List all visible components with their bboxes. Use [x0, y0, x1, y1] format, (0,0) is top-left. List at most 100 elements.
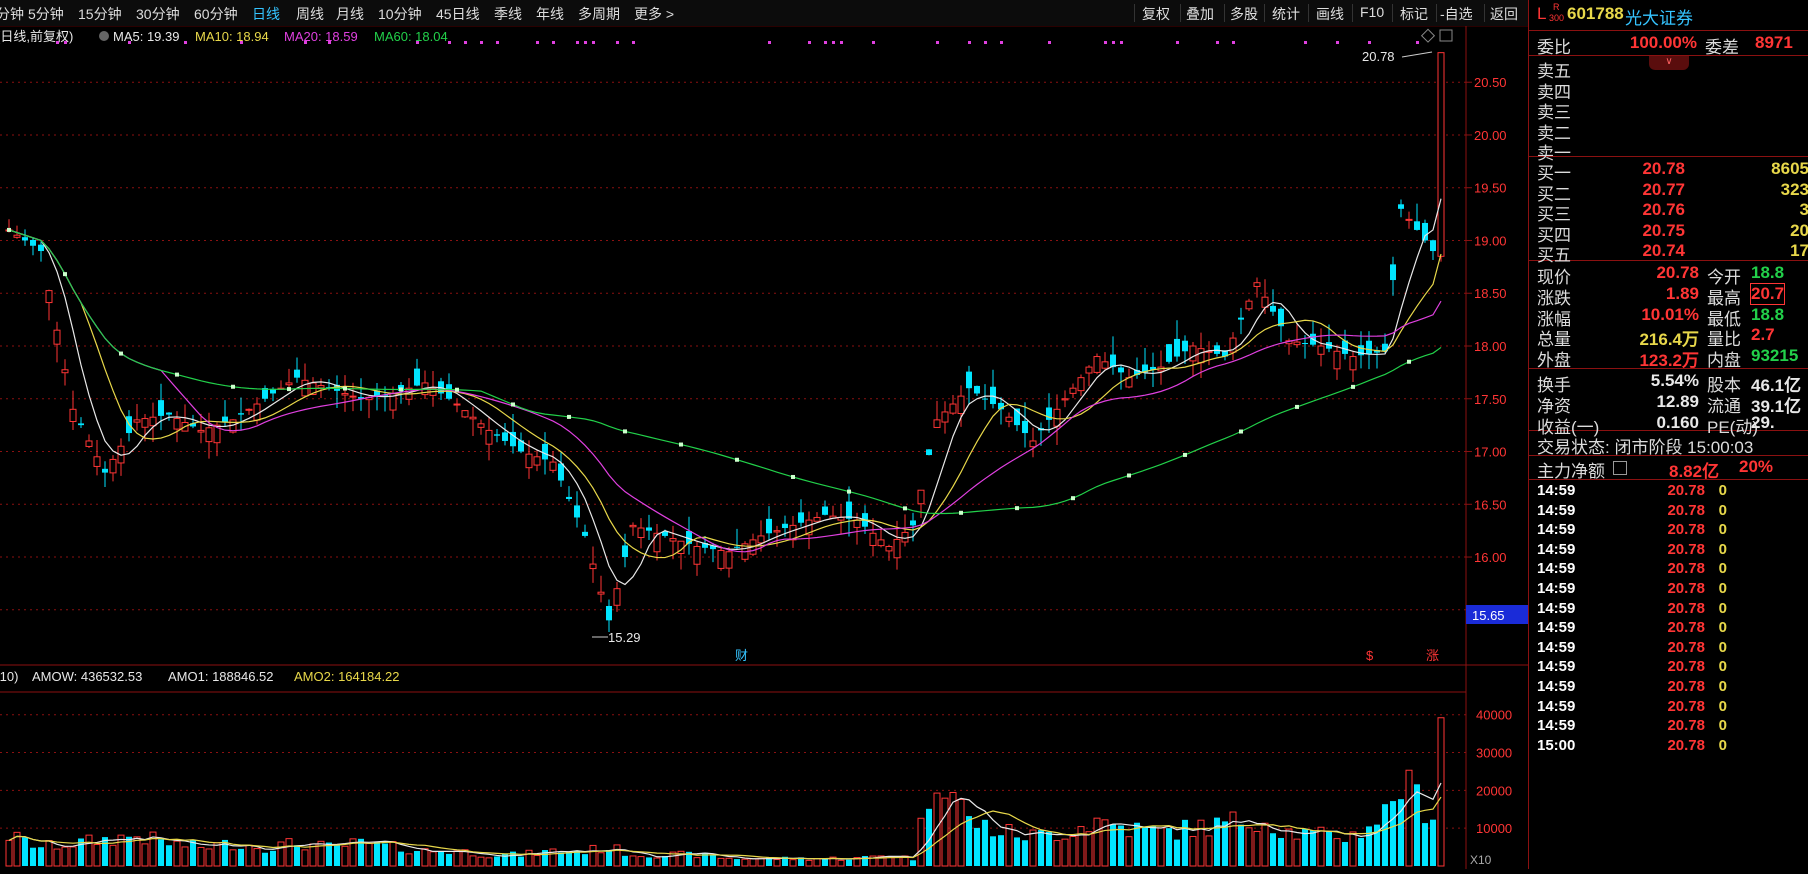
period-1min[interactable]: 分钟	[0, 4, 24, 24]
volume-bar	[469, 855, 477, 867]
period-45day[interactable]: 45日线	[436, 4, 480, 24]
event-marker-dollar[interactable]: $	[1366, 648, 1374, 663]
panel-icon[interactable]	[1439, 29, 1453, 42]
tick-time: 14:59	[1537, 521, 1576, 539]
volume-bar	[957, 799, 965, 867]
bid-price: 20.77	[1642, 179, 1685, 199]
period-30min[interactable]: 30分钟	[136, 4, 180, 24]
signal-dot	[584, 41, 587, 44]
candle-body	[109, 458, 117, 474]
volume-bar	[1366, 826, 1372, 866]
volume-bar	[45, 840, 53, 867]
candle-body	[949, 403, 957, 414]
candle-body	[558, 463, 564, 481]
volume-bar	[710, 855, 716, 866]
volume-bar	[525, 849, 533, 867]
multi-stock-button[interactable]: 多股	[1230, 4, 1258, 24]
toolbar-separator	[1224, 4, 1225, 22]
signal-dot	[768, 41, 771, 44]
settings-toggle-icon[interactable]	[99, 31, 109, 41]
period-multi[interactable]: 多周期	[578, 4, 620, 24]
candle-body	[669, 538, 677, 542]
volume-bar	[1069, 836, 1077, 867]
volume-bar	[1349, 831, 1357, 867]
tick-time: 14:59	[1537, 697, 1576, 715]
event-marker-limit-up[interactable]: 涨	[1426, 648, 1439, 663]
amo1-label: AMO1: 188846.52	[168, 669, 274, 684]
candle-body	[582, 531, 588, 536]
volume-bar	[477, 856, 485, 867]
volume-bar	[414, 850, 420, 866]
volume-bar	[38, 847, 44, 866]
candle-body	[574, 505, 580, 518]
watchlist-button[interactable]: -自选	[1440, 4, 1473, 24]
chart-area[interactable]: (日线,前复权) MA5: 19.39 MA10: 18.94 MA20: 18…	[0, 26, 1528, 869]
volume-bar	[606, 849, 612, 866]
list-icon[interactable]	[1613, 461, 1627, 475]
candle-body	[606, 606, 612, 621]
candle-body	[773, 530, 781, 533]
candle-body	[453, 403, 461, 406]
volume-bar	[270, 850, 276, 866]
period-weekly[interactable]: 周线	[296, 4, 324, 24]
mark-button[interactable]: 标记	[1400, 4, 1428, 24]
bid-price: 20.74	[1642, 241, 1685, 260]
kline-chart[interactable]: (日线,前复权) MA5: 19.39 MA10: 18.94 MA20: 18…	[0, 26, 1528, 869]
event-marker-finance[interactable]: 财	[735, 648, 748, 663]
period-monthly[interactable]: 月线	[336, 4, 364, 24]
candle-body	[61, 369, 69, 374]
candle-body	[1022, 420, 1028, 434]
signal-dot	[1000, 41, 1003, 44]
tick-time: 14:59	[1537, 501, 1576, 519]
price-tick-label: 18.00	[1474, 339, 1507, 354]
ma60-marker	[1295, 404, 1299, 409]
tick-volume: 0	[1718, 540, 1727, 558]
candle-body	[893, 538, 901, 559]
candle-body	[1398, 204, 1404, 209]
stock-name[interactable]: 光大证券	[1625, 4, 1693, 29]
ma60-marker	[735, 457, 739, 462]
divider	[1529, 479, 1808, 480]
period-5min[interactable]: 5分钟	[28, 4, 64, 24]
diamond-icon[interactable]	[1420, 28, 1436, 43]
candles	[5, 52, 1445, 632]
tick-row: 14:59 20.78 0	[1533, 619, 1808, 638]
period-daily[interactable]: 日线	[252, 4, 280, 24]
stats-button[interactable]: 统计	[1272, 4, 1300, 24]
volume-bar	[197, 846, 205, 867]
signal-dot	[552, 41, 555, 44]
stock-header: L R 300 601788 光大证券	[1533, 2, 1808, 29]
divider	[1529, 55, 1808, 56]
signal-dot	[496, 41, 499, 44]
quote-label: 内盘	[1707, 351, 1741, 371]
tick-row: 14:59 20.78 0	[1533, 658, 1808, 677]
candle-body	[566, 496, 572, 499]
signal-dot	[1232, 41, 1235, 44]
signal-dot	[872, 41, 875, 44]
period-10min[interactable]: 10分钟	[378, 4, 422, 24]
bid-volume: 323	[1780, 179, 1808, 199]
signal-dot	[808, 41, 811, 44]
period-more[interactable]: 更多 >	[634, 4, 674, 24]
volume-bar	[421, 848, 429, 867]
candle-body	[13, 234, 21, 238]
volume-bar	[813, 858, 821, 867]
candle-body	[966, 371, 972, 389]
quote-row: 涨幅 10.01% 最低 18.8	[1533, 305, 1808, 329]
period-yearly[interactable]: 年线	[536, 4, 564, 24]
volume-bar	[966, 816, 972, 866]
volume-caption: ,10)	[0, 669, 18, 684]
tick-time: 14:59	[1537, 678, 1576, 695]
adjust-button[interactable]: 复权	[1142, 4, 1170, 24]
ma-lines	[7, 198, 1442, 586]
overlay-button[interactable]: 叠加	[1186, 4, 1214, 24]
f10-button[interactable]: F10	[1360, 4, 1384, 20]
draw-line-button[interactable]: 画线	[1316, 4, 1344, 24]
period-60min[interactable]: 60分钟	[194, 4, 238, 24]
volume-bar	[438, 851, 444, 866]
signal-dot	[592, 41, 595, 44]
period-quarterly[interactable]: 季线	[494, 4, 522, 24]
back-button[interactable]: 返回	[1490, 4, 1518, 24]
period-15min[interactable]: 15分钟	[78, 4, 122, 24]
candle-body	[245, 408, 253, 411]
